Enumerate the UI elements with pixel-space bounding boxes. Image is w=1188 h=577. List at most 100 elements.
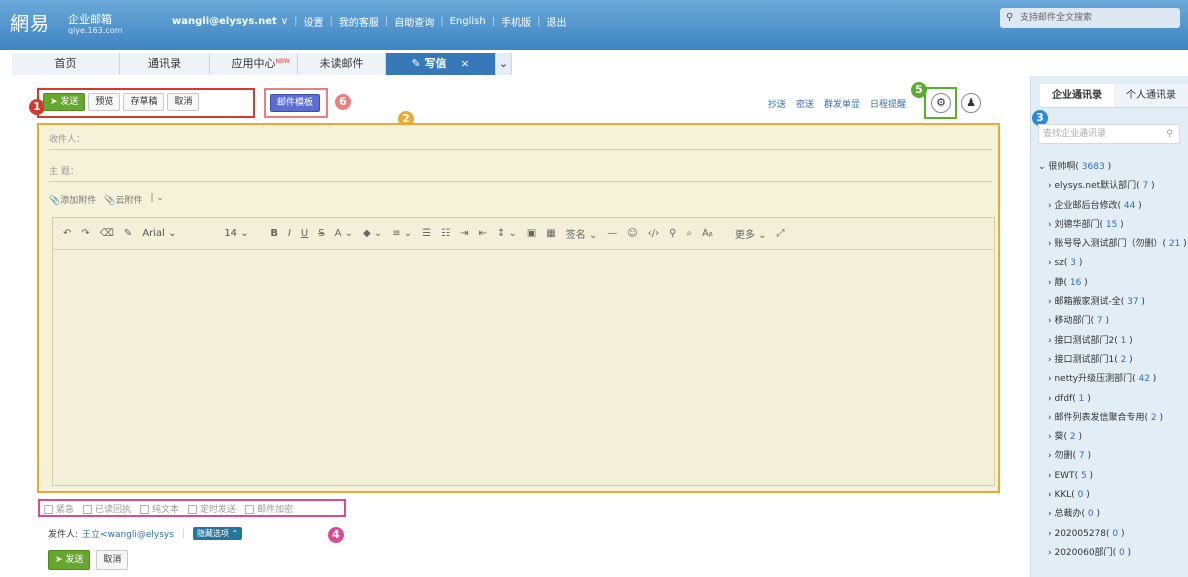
tree-item[interactable]: › netty升级压测部门( 42 ) — [1036, 370, 1186, 389]
tree-item[interactable]: › 接口测试部门1( 2 ) — [1036, 351, 1186, 370]
chevron-down-icon[interactable]: ∨ — [281, 16, 288, 27]
strikethrough-icon[interactable]: S — [318, 228, 324, 239]
link-icon[interactable]: ⚲ — [669, 228, 676, 239]
spellcheck-icon[interactable]: Aᵦ — [702, 228, 713, 239]
bulk-single-link[interactable]: 群发单显 — [824, 97, 860, 110]
tree-item[interactable]: › 202005278( 0 ) — [1036, 525, 1186, 544]
cc-link[interactable]: 抄送 — [768, 97, 786, 110]
tree-item[interactable]: › 勿删( 7 ) — [1036, 447, 1186, 466]
tree-item[interactable]: › 葵( 2 ) — [1036, 428, 1186, 447]
clear-format-icon[interactable]: ⌫ — [100, 228, 114, 239]
checkbox[interactable] — [44, 504, 53, 514]
format-painter-icon[interactable]: ✎ — [124, 228, 132, 239]
contact-search-input[interactable]: 查找企业通讯录 ⚲ — [1038, 124, 1180, 144]
save-draft-button[interactable]: 存草稿 — [123, 93, 165, 111]
tab-enterprise-contacts[interactable]: 企业通讯录 — [1040, 84, 1114, 108]
tree-item[interactable]: › 移动部门( 7 ) — [1036, 312, 1186, 331]
schedule-reminder-link[interactable]: 日程提醒 — [870, 97, 906, 110]
option-urgent[interactable]: 紧急 — [44, 502, 74, 515]
add-attachment-button[interactable]: 📎添加附件 — [49, 193, 96, 206]
nav-support[interactable]: 我的客服 — [339, 14, 379, 29]
cloud-attachment-button[interactable]: 📎云附件 — [104, 193, 142, 206]
numbered-list-icon[interactable]: ☷ — [441, 228, 450, 239]
underline-icon[interactable]: U — [301, 228, 308, 239]
user-account[interactable]: wangli@elysys.net — [172, 16, 277, 27]
nav-self-query[interactable]: 自助查询 — [394, 14, 434, 29]
tree-item[interactable]: › dfdf( 1 ) — [1036, 390, 1186, 409]
align-icon[interactable]: ≡ ⌄ — [392, 228, 412, 239]
option-plain-text[interactable]: 纯文本 — [140, 502, 179, 515]
tree-item[interactable]: › 账号导入测试部门（勿删）( 21 ) — [1036, 235, 1187, 254]
tab-contacts[interactable]: 通讯录 — [120, 53, 210, 75]
font-color-icon[interactable]: A ⌄ — [335, 228, 353, 239]
tree-item[interactable]: › 总裁办( 0 ) — [1036, 505, 1186, 524]
tree-root[interactable]: ⌄ 很帅啊( 3683 ) — [1036, 158, 1186, 177]
cancel-button[interactable]: 取消 — [167, 93, 200, 111]
tree-item[interactable]: › 2020060部门( 0 ) — [1036, 544, 1186, 563]
emoji-icon[interactable]: ☺ — [627, 228, 637, 239]
font-family-select[interactable]: Arial ⌄ — [142, 228, 214, 239]
tab-unread[interactable]: 未读邮件 — [298, 53, 386, 75]
code-icon[interactable]: ‹/› — [648, 228, 659, 239]
table-icon[interactable]: ▦ — [546, 228, 555, 239]
checkbox[interactable] — [140, 504, 150, 514]
tree-item[interactable]: › KKL( 0 ) — [1036, 486, 1186, 505]
tab-personal-contacts[interactable]: 个人通讯录 — [1114, 84, 1188, 108]
preview-button[interactable]: 预览 — [88, 93, 121, 111]
close-icon[interactable]: × — [460, 57, 469, 70]
font-size-select[interactable]: 14 ⌄ — [224, 228, 260, 239]
line-height-icon[interactable]: ↕ ⌄ — [497, 228, 517, 239]
tree-item[interactable]: › 邮箱搬家测试-全( 37 ) — [1036, 293, 1186, 312]
tab-compose[interactable]: ✎ 写信 × — [386, 53, 496, 75]
tree-item[interactable]: › sz( 3 ) — [1036, 254, 1186, 273]
nav-english[interactable]: English — [450, 16, 486, 27]
bold-icon[interactable]: B — [270, 228, 278, 239]
subject-field[interactable]: 主 题： — [49, 162, 992, 182]
image-icon[interactable]: ▣ — [527, 228, 536, 239]
option-scheduled-send[interactable]: 定时发送 — [188, 502, 236, 515]
signature-select[interactable]: 签名 ⌄ — [566, 226, 598, 241]
tab-apps[interactable]: 应用中心 NEW — [210, 53, 298, 75]
checkbox[interactable] — [83, 504, 93, 514]
bottom-send-button[interactable]: ➤ 发送 — [48, 550, 91, 570]
fullscreen-icon[interactable]: ⤢ — [776, 228, 784, 239]
indent-icon[interactable]: ⇥ — [460, 228, 468, 239]
nav-logout[interactable]: 退出 — [546, 14, 566, 29]
tab-home[interactable]: 首页 — [12, 53, 120, 75]
tree-item[interactable]: › 静( 16 ) — [1036, 274, 1186, 293]
send-button[interactable]: ➤ 发送 — [43, 93, 86, 111]
undo-icon[interactable]: ↶ — [63, 228, 71, 239]
highlight-icon[interactable]: ◆ ⌄ — [363, 228, 382, 239]
tree-item[interactable]: › elysys.net默认部门( 7 ) — [1036, 177, 1186, 196]
sender-select[interactable]: 王立<wangli@elysys — [82, 527, 174, 540]
tree-item[interactable]: › EWT( 5 ) — [1036, 467, 1186, 486]
more-tools-button[interactable]: 更多 ⌄ — [735, 226, 767, 241]
horizontal-rule-icon[interactable]: — — [607, 228, 617, 239]
italic-icon[interactable]: I — [288, 228, 291, 239]
bcc-link[interactable]: 密送 — [796, 97, 814, 110]
tree-item[interactable]: › 邮件列表发信聚合专用( 2 ) — [1036, 409, 1186, 428]
bullet-list-icon[interactable]: ☰ — [422, 228, 431, 239]
add-contact-icon[interactable]: ♟ — [961, 93, 981, 113]
recipient-field[interactable]: 收件人： — [49, 130, 992, 150]
find-replace-icon[interactable]: ⌕ — [686, 228, 692, 239]
mail-search-input[interactable]: ⚲ 支持邮件全文搜索 — [1000, 8, 1180, 28]
settings-gear-icon[interactable]: ⚙ — [931, 93, 951, 113]
option-encrypt[interactable]: 邮件加密 — [245, 502, 293, 515]
option-read-receipt[interactable]: 已读回执 — [83, 502, 131, 515]
outdent-icon[interactable]: ⇤ — [479, 228, 487, 239]
rich-text-editor[interactable]: ↶ ↷ ⌫ ✎ Arial ⌄ 14 ⌄ B I U S A ⌄ ◆ ⌄ ≡ ⌄… — [52, 217, 995, 486]
mail-template-button[interactable]: 邮件模板 — [270, 94, 321, 112]
tree-item[interactable]: › 刘德华部门( 15 ) — [1036, 216, 1186, 235]
tabs-more-button[interactable]: ⌄ — [496, 53, 512, 75]
checkbox[interactable] — [245, 504, 255, 514]
bottom-cancel-button[interactable]: 取消 — [96, 550, 129, 570]
hide-options-button[interactable]: 隐藏选项 ⌃ — [193, 527, 243, 540]
redo-icon[interactable]: ↷ — [81, 228, 89, 239]
tree-item[interactable]: › 接口测试部门2( 1 ) — [1036, 332, 1186, 351]
checkbox[interactable] — [188, 504, 198, 514]
attachment-more-button[interactable]: | ⌄ — [150, 193, 163, 206]
nav-settings[interactable]: 设置 — [303, 14, 323, 29]
nav-mobile[interactable]: 手机版 — [501, 14, 531, 29]
tree-item[interactable]: › 企业邮后台修改( 44 ) — [1036, 197, 1186, 216]
